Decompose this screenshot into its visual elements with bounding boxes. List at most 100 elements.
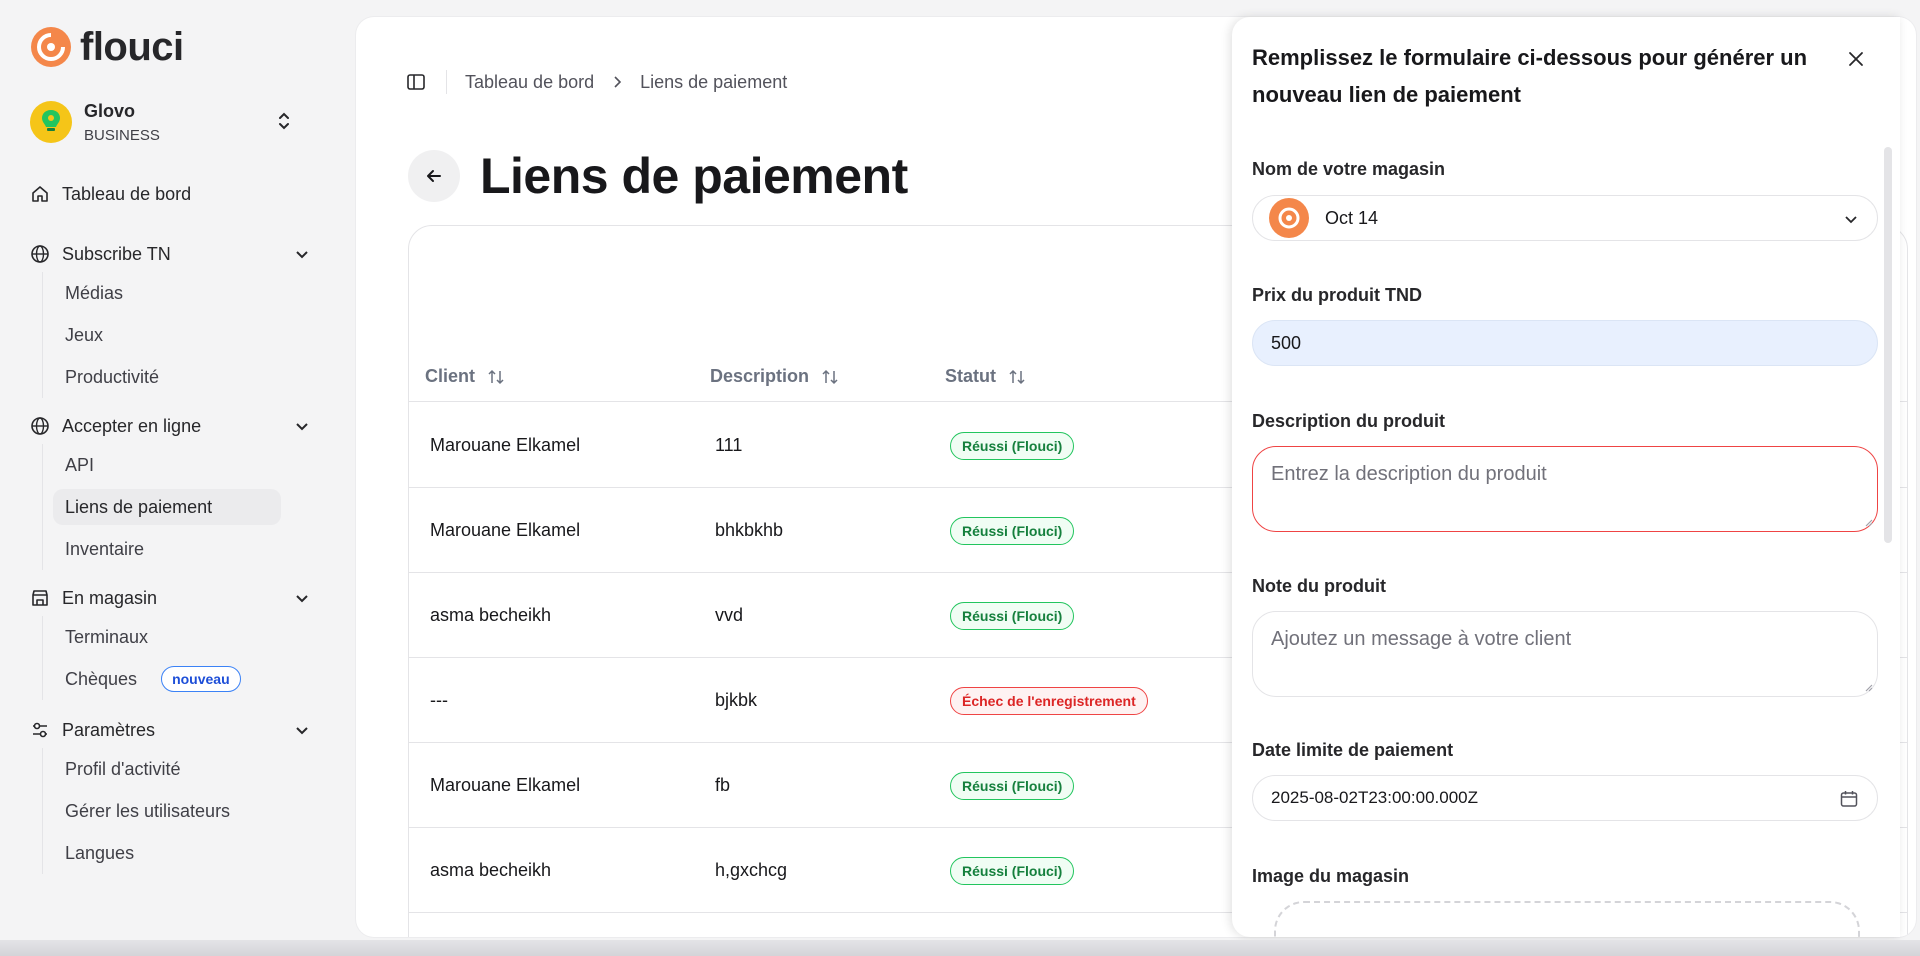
resize-grip-icon[interactable] — [1863, 517, 1873, 527]
column-label: Client — [425, 366, 476, 386]
sidebar-item-gerer-utilisateurs[interactable]: Gérer les utilisateurs — [53, 790, 281, 832]
nav-sublist: Médias Jeux Productivité — [42, 272, 310, 398]
chevron-down-icon — [296, 251, 308, 259]
organization-switcher[interactable]: Glovo BUSINESS — [30, 96, 310, 148]
new-badge: nouveau — [161, 666, 241, 692]
store-select-value: Oct 14 — [1325, 207, 1379, 228]
note-textarea[interactable]: Ajoutez un message à votre client — [1252, 611, 1878, 697]
sidebar-item-liens-de-paiement[interactable]: Liens de paiement — [53, 489, 281, 525]
store-avatar — [1269, 198, 1309, 238]
deadline-value: 2025-08-02T23:00:00.000Z — [1271, 788, 1478, 807]
globe-icon — [31, 417, 49, 435]
nav-group-header-accepter-en-ligne[interactable]: Accepter en ligne — [30, 408, 310, 444]
sidebar-item-productivite[interactable]: Productivité — [53, 356, 281, 398]
sidebar-item-dashboard[interactable]: Tableau de bord — [30, 176, 310, 212]
column-header-client[interactable]: Client — [425, 366, 505, 387]
cell-status: Réussi (Flouci) — [950, 743, 1075, 828]
image-label: Image du magasin — [1252, 866, 1410, 886]
cell-status: Réussi (Flouci) — [950, 828, 1075, 913]
nav-group-header-en-magasin[interactable]: En magasin — [30, 580, 310, 616]
flouci-logo-icon — [31, 27, 71, 67]
sort-icon — [822, 369, 838, 384]
nav-sublist: Terminaux Chèques nouveau — [42, 616, 310, 700]
column-header-description[interactable]: Description — [710, 366, 839, 387]
store-label: Nom de votre magasin — [1252, 159, 1446, 179]
nav-group-accepter-en-ligne: Accepter en ligne API Liens de paiement … — [30, 408, 310, 570]
sidebar-item-medias[interactable]: Médias — [53, 272, 281, 314]
flouci-logo[interactable]: flouci — [30, 26, 184, 68]
scrollbar[interactable] — [1884, 147, 1892, 543]
sidebar-item-api[interactable]: API — [53, 444, 281, 486]
breadcrumb-home[interactable]: Tableau de bord — [465, 72, 594, 93]
cell-client: --- — [430, 690, 448, 710]
nav-sublist: Profil d'activité Gérer les utilisateurs… — [42, 748, 310, 874]
page-title: Liens de paiement — [480, 148, 908, 204]
description-textarea[interactable]: Entrez la description du produit — [1252, 446, 1878, 532]
topbar: Tableau de bord Liens de paiement — [406, 67, 787, 97]
column-header-statut[interactable]: Statut — [945, 366, 1026, 387]
cell-client: asma becheikh — [430, 605, 552, 625]
chevron-down-icon — [296, 595, 308, 603]
status-badge: Réussi (Flouci) — [950, 856, 1075, 885]
cell-description: bjkbk — [715, 690, 758, 710]
divider — [446, 70, 447, 94]
nav-group-parametres: Paramètres Profil d'activité Gérer les u… — [30, 712, 310, 874]
store-select[interactable]: Oct 14 — [1252, 195, 1878, 241]
nav-group-label: Subscribe TN — [62, 243, 171, 264]
drawer-title: Remplissez le formulaire ci-dessous pour… — [1252, 45, 1808, 107]
column-label: Description — [710, 366, 810, 386]
sidebar-item-langues[interactable]: Langues — [53, 832, 281, 874]
calendar-icon[interactable] — [1839, 789, 1859, 809]
cell-description: 111 — [715, 435, 743, 455]
price-input[interactable]: 500 — [1252, 320, 1878, 366]
nav-group-label: Paramètres — [62, 719, 156, 740]
sort-icon — [488, 369, 504, 384]
cell-status: Réussi (Flouci) — [950, 573, 1075, 658]
settings-sliders-icon — [33, 722, 47, 738]
sidebar-toggle-icon[interactable] — [406, 72, 426, 92]
window-bottom-edge — [0, 940, 1920, 956]
sidebar-item-profil-activite[interactable]: Profil d'activité — [53, 748, 281, 790]
nav-group-header-parametres[interactable]: Paramètres — [30, 712, 310, 748]
cell-status: Réussi (Flouci) — [950, 488, 1075, 573]
status-badge: Réussi (Flouci) — [950, 516, 1075, 545]
deadline-input[interactable]: 2025-08-02T23:00:00.000Z — [1252, 775, 1878, 821]
cell-description: h,gxchcg — [715, 860, 788, 880]
price-label: Prix du produit TND — [1252, 285, 1422, 305]
note-placeholder: Ajoutez un message à votre client — [1271, 628, 1572, 650]
sort-icon — [1009, 369, 1025, 384]
status-badge: Échec de l'enregistrement — [950, 686, 1148, 715]
back-button[interactable] — [408, 150, 460, 202]
page-header: Liens de paiement — [408, 147, 908, 205]
flouci-store-icon — [1278, 207, 1300, 229]
note-label: Note du produit — [1252, 576, 1386, 596]
cell-client: Marouane Elkamel — [430, 520, 581, 540]
organization-name: Glovo — [84, 100, 136, 121]
nav-group-header-subscribe-tn[interactable]: Subscribe TN — [30, 236, 310, 272]
chevron-down-icon — [296, 727, 308, 735]
sidebar-item-label: Chèques — [65, 668, 138, 689]
sidebar-item-terminaux[interactable]: Terminaux — [53, 616, 281, 658]
sidebar-item-cheques[interactable]: Chèques nouveau — [53, 658, 281, 700]
cell-description: fb — [715, 775, 731, 795]
home-icon — [32, 186, 48, 202]
close-icon[interactable] — [1844, 47, 1868, 71]
image-dropzone[interactable] — [1274, 901, 1860, 937]
resize-grip-icon[interactable] — [1863, 682, 1873, 692]
cell-client: asma becheikh — [430, 860, 552, 880]
chevrons-up-down-icon[interactable] — [276, 110, 292, 132]
description-placeholder: Entrez la description du produit — [1271, 463, 1547, 485]
organization-avatar — [30, 101, 72, 143]
sidebar-item-label: Tableau de bord — [62, 183, 192, 204]
cell-client: Marouane Elkamel — [430, 775, 581, 795]
sidebar-item-jeux[interactable]: Jeux — [53, 314, 281, 356]
sidebar-item-inventaire[interactable]: Inventaire — [53, 528, 281, 570]
cell-client: Marouane Elkamel — [430, 435, 581, 455]
nav-group-label: Accepter en ligne — [62, 415, 202, 436]
description-label: Description du produit — [1252, 411, 1445, 431]
status-badge: Réussi (Flouci) — [950, 771, 1075, 800]
chevron-down-icon — [1845, 216, 1857, 224]
chevron-down-icon — [296, 423, 308, 431]
globe-icon — [31, 245, 49, 263]
cell-description: bhkbkhb — [715, 520, 784, 540]
